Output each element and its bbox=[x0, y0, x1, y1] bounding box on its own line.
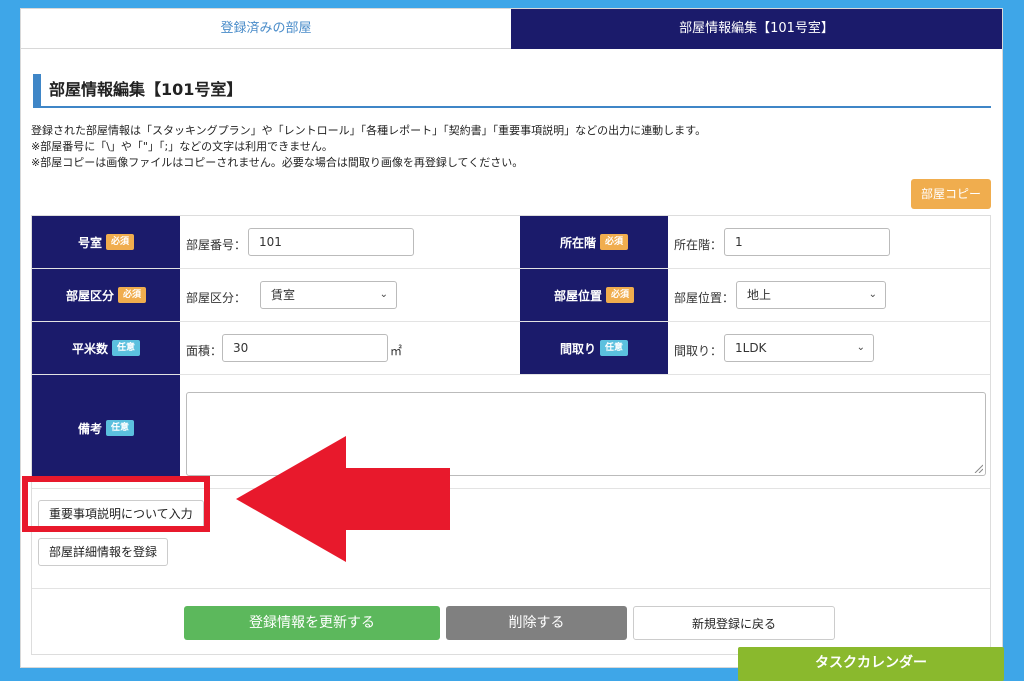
area-label: 平米数 bbox=[71, 341, 108, 356]
room-no-label-cell: 号室 必須 bbox=[32, 216, 180, 268]
description-line-3: ※部屋コピーは画像ファイルはコピーされません。必要な場合は間取り画像を再登録して… bbox=[31, 156, 524, 169]
optional-badge: 任意 bbox=[600, 340, 629, 356]
area-input[interactable]: 30 bbox=[222, 334, 388, 362]
position-label-cell: 部屋位置 必須 bbox=[520, 269, 668, 321]
position-field-label: 部屋位置： bbox=[674, 291, 735, 305]
room-number-input[interactable]: 101 bbox=[248, 228, 414, 256]
required-badge: 必須 bbox=[600, 234, 629, 250]
description: 登録された部屋情報は「スタッキングプラン」や「レントロール」「各種レポート」「契… bbox=[31, 123, 706, 171]
update-button[interactable]: 登録情報を更新する bbox=[184, 606, 440, 640]
layout-select[interactable]: 1LDK ⌄ bbox=[724, 334, 874, 362]
room-number-field-label: 部屋番号： bbox=[186, 238, 247, 252]
back-to-new-button[interactable]: 新規登録に戻る bbox=[633, 606, 835, 640]
remarks-label: 備考 bbox=[77, 421, 102, 436]
room-type-field-label: 部屋区分： bbox=[186, 291, 247, 305]
room-type-value: 賃室 bbox=[271, 288, 296, 302]
floor-input[interactable]: 1 bbox=[724, 228, 890, 256]
layout-field-label: 間取り： bbox=[674, 344, 723, 358]
main-panel: 登録済みの部屋 部屋情報編集【101号室】 部屋情報編集【101号室】 登録され… bbox=[20, 8, 1003, 668]
task-calendar-button[interactable]: タスクカレンダー bbox=[738, 647, 1004, 681]
tab-room-edit[interactable]: 部屋情報編集【101号室】 bbox=[511, 9, 1002, 49]
chevron-down-icon: ⌄ bbox=[856, 342, 865, 353]
room-type-label-cell: 部屋区分 必須 bbox=[32, 269, 180, 321]
floor-label-cell: 所在階 必須 bbox=[520, 216, 668, 268]
row-divider bbox=[32, 588, 990, 589]
row-divider bbox=[32, 488, 990, 489]
room-type-label: 部屋区分 bbox=[65, 288, 114, 303]
page-title: 部屋情報編集【101号室】 bbox=[33, 74, 991, 108]
room-form: 号室 必須 部屋番号： 101 所在階 必須 所在階： 1 部屋区分 必須 部屋… bbox=[31, 215, 991, 655]
chevron-down-icon: ⌄ bbox=[868, 289, 877, 300]
important-matters-button[interactable]: 重要事項説明について入力 bbox=[38, 500, 204, 528]
room-copy-button[interactable]: 部屋コピー bbox=[911, 179, 991, 209]
required-badge: 必須 bbox=[106, 234, 135, 250]
description-line-1: 登録された部屋情報は「スタッキングプラン」や「レントロール」「各種レポート」「契… bbox=[31, 124, 707, 137]
required-badge: 必須 bbox=[606, 287, 635, 303]
position-select[interactable]: 地上 ⌄ bbox=[736, 281, 886, 309]
remarks-label-cell: 備考 任意 bbox=[32, 375, 180, 481]
room-type-select[interactable]: 賃室 ⌄ bbox=[260, 281, 397, 309]
position-label: 部屋位置 bbox=[553, 288, 602, 303]
resize-handle-icon[interactable] bbox=[973, 463, 983, 473]
description-line-2: ※部屋番号に「\」や「"」「;」などの文字は利用できません。 bbox=[31, 140, 333, 153]
chevron-down-icon: ⌄ bbox=[379, 289, 388, 300]
tab-bar: 登録済みの部屋 部屋情報編集【101号室】 bbox=[21, 9, 1002, 49]
optional-badge: 任意 bbox=[112, 340, 141, 356]
area-label-cell: 平米数 任意 bbox=[32, 322, 180, 374]
tab-registered-rooms[interactable]: 登録済みの部屋 bbox=[21, 9, 511, 49]
room-no-label: 号室 bbox=[77, 235, 102, 250]
layout-label-cell: 間取り 任意 bbox=[520, 322, 668, 374]
floor-label: 所在階 bbox=[559, 235, 596, 250]
optional-badge: 任意 bbox=[106, 420, 135, 436]
required-badge: 必須 bbox=[118, 287, 147, 303]
room-details-button[interactable]: 部屋詳細情報を登録 bbox=[38, 538, 169, 566]
position-value: 地上 bbox=[747, 288, 772, 302]
area-field-label: 面積： bbox=[186, 344, 223, 358]
layout-value: 1LDK bbox=[735, 341, 767, 355]
delete-button[interactable]: 削除する bbox=[446, 606, 627, 640]
layout-label: 間取り bbox=[559, 341, 596, 356]
area-unit: ㎡ bbox=[390, 344, 403, 358]
remarks-textarea[interactable] bbox=[186, 392, 986, 476]
floor-field-label: 所在階： bbox=[674, 238, 723, 252]
